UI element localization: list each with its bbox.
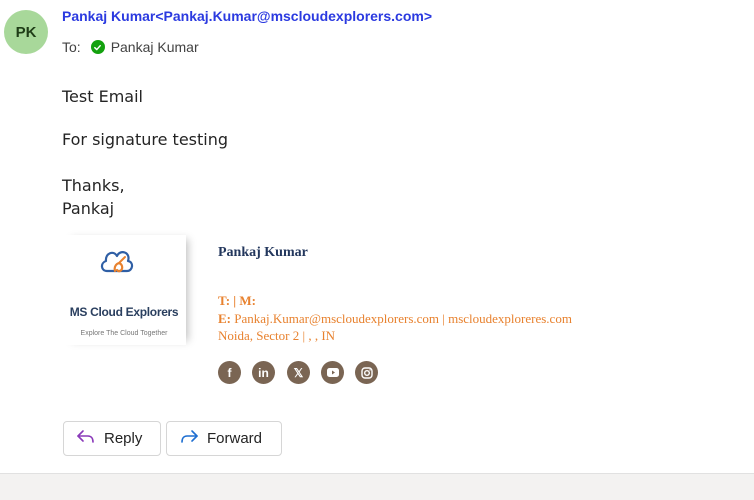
sender-avatar[interactable]: PK	[4, 10, 48, 54]
recipient-name[interactable]: Pankaj Kumar	[111, 39, 199, 55]
youtube-icon[interactable]	[321, 361, 344, 384]
signature-email-line[interactable]: E: Pankaj.Kumar@mscloudexplorers.com | m…	[218, 311, 572, 327]
signature-logo: MS Cloud Explorers Explore The Cloud Tog…	[62, 235, 186, 345]
logo-company-name: MS Cloud Explorers	[69, 305, 179, 319]
signature-address: Noida, Sector 2 | , , IN	[218, 328, 336, 343]
forward-icon	[179, 429, 199, 449]
logo-tagline: Explore The Cloud Together	[80, 330, 168, 337]
facebook-icon[interactable]: f	[218, 361, 241, 384]
sender-name[interactable]: Pankaj Kumar<Pankaj.Kumar@mscloudexplore…	[62, 8, 432, 24]
recipient-row: To: Pankaj Kumar	[62, 39, 199, 55]
signature-phone: T: | M:	[218, 293, 256, 308]
body-line-closing: Thanks,	[62, 176, 125, 195]
to-label: To:	[62, 39, 81, 55]
cloud-logo-icon	[100, 251, 134, 273]
instagram-icon[interactable]	[355, 361, 378, 384]
available-status-icon	[90, 40, 105, 54]
body-line-subject: Test Email	[62, 87, 143, 106]
reading-pane-footer	[0, 473, 754, 500]
forward-button[interactable]: Forward	[166, 421, 282, 456]
linkedin-icon[interactable]: in	[252, 361, 275, 384]
reply-icon	[76, 429, 96, 449]
signature-name: Pankaj Kumar	[218, 245, 308, 260]
x-icon[interactable]: 𝕏	[287, 361, 310, 384]
body-line-sender: Pankaj	[62, 199, 115, 218]
forward-label: Forward	[207, 430, 263, 447]
body-line-message: For signature testing	[62, 130, 229, 149]
reply-label: Reply	[104, 430, 143, 447]
reply-button[interactable]: Reply	[63, 421, 161, 456]
